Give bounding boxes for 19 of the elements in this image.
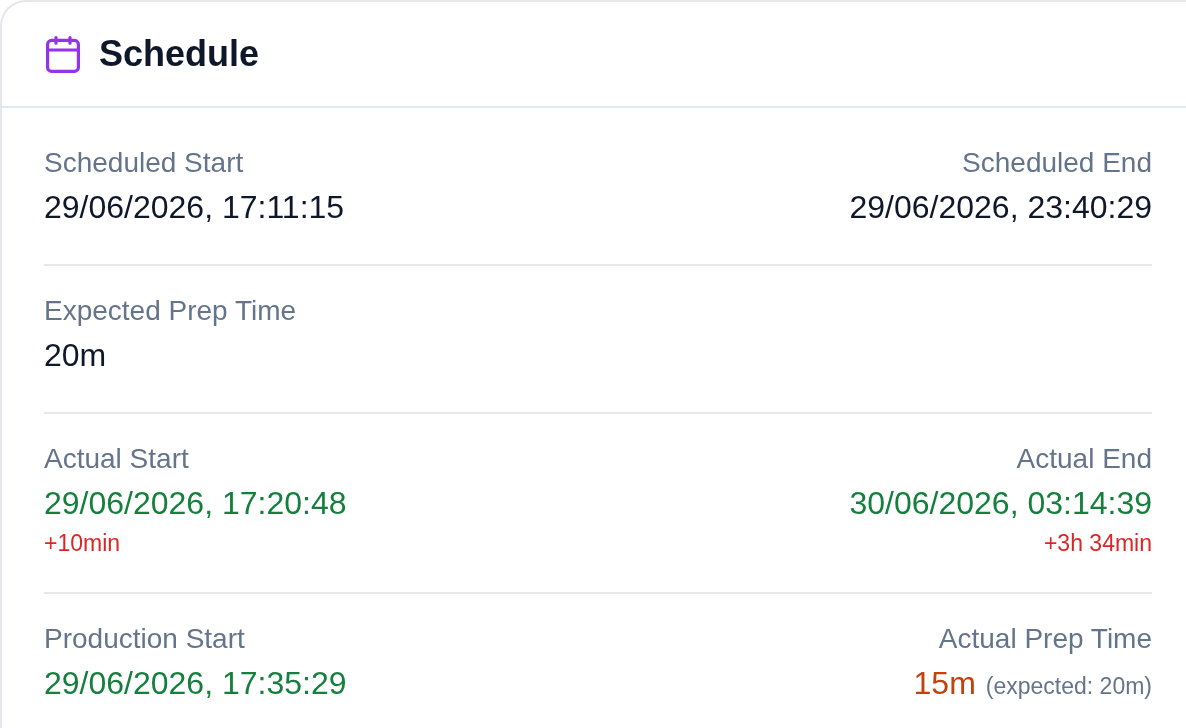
field-value: 30/06/2026, 03:14:39 (849, 484, 1152, 523)
expected-note: (expected: 20m) (985, 672, 1152, 701)
field-label: Expected Prep Time (44, 294, 297, 328)
field-label: Production Start (44, 622, 245, 656)
field-value: 20m (44, 336, 107, 375)
field-label: Scheduled Start (44, 146, 244, 180)
field-value: 29/06/2026, 17:35:29 (44, 664, 347, 703)
field-value: 15m (913, 664, 976, 703)
field-label: Actual Start (44, 442, 189, 476)
card-title: Schedule (99, 32, 260, 76)
calendar-icon (46, 35, 80, 73)
delay-text: +3h 34min (1043, 529, 1152, 558)
field-value: 29/06/2026, 23:40:29 (849, 188, 1152, 227)
field-label: Scheduled End (962, 146, 1152, 180)
field-value: 29/06/2026, 17:11:15 (44, 188, 345, 227)
field-label: Actual End (1016, 442, 1152, 476)
field-label: Actual Prep Time (938, 622, 1152, 656)
delay-text: +10min (44, 529, 121, 558)
field-value: 29/06/2026, 17:20:48 (44, 484, 347, 523)
